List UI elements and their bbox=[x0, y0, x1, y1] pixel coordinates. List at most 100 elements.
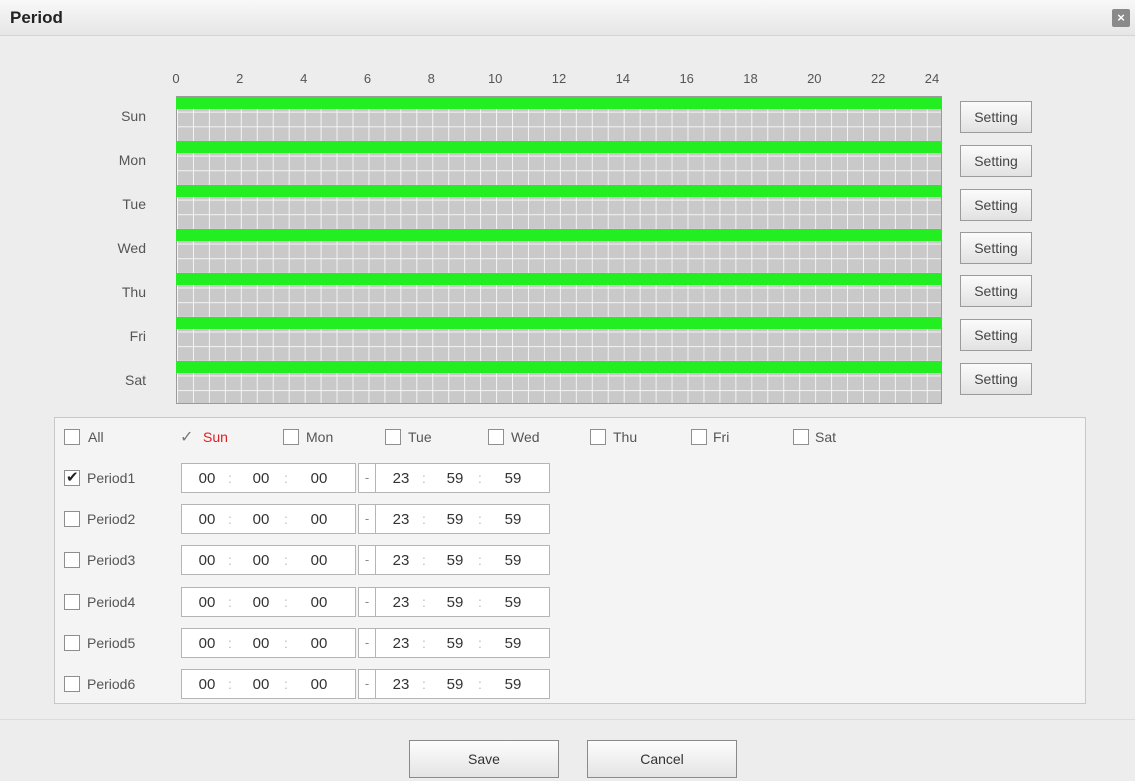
period5-end-minute[interactable]: 59 bbox=[442, 635, 468, 652]
thu-checkbox[interactable] bbox=[590, 429, 606, 445]
period5-start-second[interactable]: 00 bbox=[306, 635, 332, 652]
hour-label: 18 bbox=[743, 71, 758, 86]
time-separator: : bbox=[478, 594, 482, 610]
period5-end-second[interactable]: 59 bbox=[500, 635, 526, 652]
period3-end-minute[interactable]: 59 bbox=[442, 552, 468, 569]
title-bar: Period × bbox=[0, 0, 1135, 36]
period1-end-minute[interactable]: 59 bbox=[442, 470, 468, 487]
setting-button-tue[interactable]: Setting bbox=[960, 189, 1032, 221]
period4-end-time[interactable]: 23 : 59 : 59 bbox=[375, 587, 550, 617]
period2-start-second[interactable]: 00 bbox=[306, 511, 332, 528]
period6-end-second[interactable]: 59 bbox=[500, 676, 526, 693]
period4-end-minute[interactable]: 59 bbox=[442, 594, 468, 611]
period3-start-hour[interactable]: 00 bbox=[194, 552, 220, 569]
period5-end-hour[interactable]: 23 bbox=[388, 635, 414, 652]
time-separator: : bbox=[284, 635, 288, 651]
period6-end-time[interactable]: 23 : 59 : 59 bbox=[375, 669, 550, 699]
period5-start-time[interactable]: 00 : 00 : 00 bbox=[181, 628, 356, 658]
day-label-thu: Thu bbox=[121, 284, 146, 300]
period6-start-minute[interactable]: 00 bbox=[248, 676, 274, 693]
period6-end-hour[interactable]: 23 bbox=[388, 676, 414, 693]
period5-end-time[interactable]: 23 : 59 : 59 bbox=[375, 628, 550, 658]
period3-start-second[interactable]: 00 bbox=[306, 552, 332, 569]
all-checkbox[interactable] bbox=[64, 429, 80, 445]
time-separator: : bbox=[228, 594, 232, 610]
period4-start-second[interactable]: 00 bbox=[306, 594, 332, 611]
time-separator: : bbox=[422, 676, 426, 692]
period3-end-second[interactable]: 59 bbox=[500, 552, 526, 569]
setting-button-fri[interactable]: Setting bbox=[960, 319, 1032, 351]
setting-button-sun[interactable]: Setting bbox=[960, 101, 1032, 133]
period5-start-hour[interactable]: 00 bbox=[194, 635, 220, 652]
schedule-bar-thu[interactable] bbox=[176, 273, 942, 285]
period3-end-hour[interactable]: 23 bbox=[388, 552, 414, 569]
period5-start-minute[interactable]: 00 bbox=[248, 635, 274, 652]
period2-end-minute[interactable]: 59 bbox=[442, 511, 468, 528]
period2-end-hour[interactable]: 23 bbox=[388, 511, 414, 528]
hour-label: 2 bbox=[236, 71, 244, 86]
period5-checkbox[interactable] bbox=[64, 635, 80, 651]
sun-check-icon[interactable]: ✓ bbox=[180, 427, 193, 447]
schedule-bar-tue[interactable] bbox=[176, 185, 942, 197]
hour-label: 10 bbox=[487, 71, 503, 86]
tue-label: Tue bbox=[408, 429, 432, 445]
schedule-bar-sat[interactable] bbox=[176, 361, 942, 373]
time-separator: : bbox=[422, 552, 426, 568]
wed-checkbox[interactable] bbox=[488, 429, 504, 445]
hour-label: 16 bbox=[679, 71, 694, 86]
period1-end-second[interactable]: 59 bbox=[500, 470, 526, 487]
fri-checkbox[interactable] bbox=[691, 429, 707, 445]
period2-end-time[interactable]: 23 : 59 : 59 bbox=[375, 504, 550, 534]
period1-label: Period1 bbox=[87, 470, 136, 486]
period4-end-second[interactable]: 59 bbox=[500, 594, 526, 611]
schedule-bar-wed[interactable] bbox=[176, 229, 942, 241]
schedule-bar-sun[interactable] bbox=[176, 97, 942, 109]
period6-end-minute[interactable]: 59 bbox=[442, 676, 468, 693]
setting-button-wed[interactable]: Setting bbox=[960, 232, 1032, 264]
period2-checkbox[interactable] bbox=[64, 511, 80, 527]
period1-start-second[interactable]: 00 bbox=[306, 470, 332, 487]
day-label-fri: Fri bbox=[129, 328, 146, 344]
period2-start-hour[interactable]: 00 bbox=[194, 511, 220, 528]
schedule-bar-mon[interactable] bbox=[176, 141, 942, 153]
period1-start-hour[interactable]: 00 bbox=[194, 470, 220, 487]
period1-end-time[interactable]: 23 : 59 : 59 bbox=[375, 463, 550, 493]
dialog-title: Period bbox=[10, 8, 63, 27]
period3-start-minute[interactable]: 00 bbox=[248, 552, 274, 569]
setting-button-thu[interactable]: Setting bbox=[960, 275, 1032, 307]
period1-start-time[interactable]: 00 : 00 : 00 bbox=[181, 463, 356, 493]
period6-start-time[interactable]: 00 : 00 : 00 bbox=[181, 669, 356, 699]
period4-start-time[interactable]: 00 : 00 : 00 bbox=[181, 587, 356, 617]
period3-checkbox[interactable] bbox=[64, 552, 80, 568]
setting-button-sat[interactable]: Setting bbox=[960, 363, 1032, 395]
period2-end-second[interactable]: 59 bbox=[500, 511, 526, 528]
cancel-button[interactable]: Cancel bbox=[587, 740, 737, 778]
setting-button-mon[interactable]: Setting bbox=[960, 145, 1032, 177]
period1-checkbox[interactable] bbox=[64, 468, 80, 486]
period6-start-hour[interactable]: 00 bbox=[194, 676, 220, 693]
period1-end-hour[interactable]: 23 bbox=[388, 470, 414, 487]
range-separator: - bbox=[358, 545, 376, 575]
period2-start-time[interactable]: 00 : 00 : 00 bbox=[181, 504, 356, 534]
period4-end-hour[interactable]: 23 bbox=[388, 594, 414, 611]
period2-label: Period2 bbox=[87, 511, 136, 527]
period3-start-time[interactable]: 00 : 00 : 00 bbox=[181, 545, 356, 575]
sat-checkbox[interactable] bbox=[793, 429, 809, 445]
hour-label: 22 bbox=[870, 71, 886, 86]
period3-end-time[interactable]: 23 : 59 : 59 bbox=[375, 545, 550, 575]
mon-checkbox[interactable] bbox=[283, 429, 299, 445]
period4-label: Period4 bbox=[87, 594, 136, 610]
tue-checkbox[interactable] bbox=[385, 429, 401, 445]
schedule-bar-fri[interactable] bbox=[176, 317, 942, 329]
period4-start-minute[interactable]: 00 bbox=[248, 594, 274, 611]
period6-start-second[interactable]: 00 bbox=[306, 676, 332, 693]
save-button[interactable]: Save bbox=[409, 740, 559, 778]
period2-start-minute[interactable]: 00 bbox=[248, 511, 274, 528]
period-dialog: Period × 0 2 4 6 8 10 12 14 16 18 20 22 … bbox=[0, 0, 1135, 781]
period6-checkbox[interactable] bbox=[64, 676, 80, 692]
period4-start-hour[interactable]: 00 bbox=[194, 594, 220, 611]
time-separator: : bbox=[228, 676, 232, 692]
close-icon[interactable]: × bbox=[1112, 9, 1130, 27]
period1-start-minute[interactable]: 00 bbox=[248, 470, 274, 487]
period4-checkbox[interactable] bbox=[64, 594, 80, 610]
